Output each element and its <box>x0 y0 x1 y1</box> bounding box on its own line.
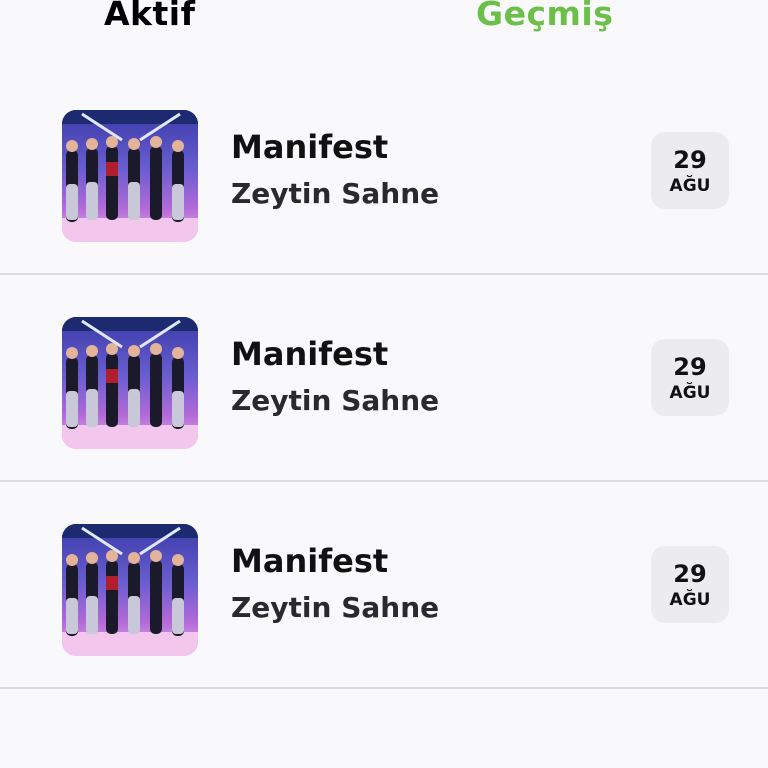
event-venue: Zeytin Sahne <box>231 591 440 624</box>
date-month: AĞU <box>669 590 711 610</box>
tab-aktif[interactable]: Aktif <box>104 0 195 36</box>
event-venue: Zeytin Sahne <box>231 177 440 210</box>
date-day: 29 <box>673 560 707 588</box>
event-row[interactable]: Manifest Zeytin Sahne 29 AĞU <box>0 68 768 275</box>
event-thumbnail <box>62 317 198 449</box>
event-title: Manifest <box>231 542 389 580</box>
date-badge: 29 AĞU <box>651 339 729 416</box>
date-day: 29 <box>673 146 707 174</box>
date-month: AĞU <box>669 176 711 196</box>
event-title: Manifest <box>231 335 389 373</box>
event-thumbnail <box>62 524 198 656</box>
event-venue: Zeytin Sahne <box>231 384 440 417</box>
event-row[interactable]: Manifest Zeytin Sahne 29 AĞU <box>0 482 768 689</box>
date-badge: 29 AĞU <box>651 132 729 209</box>
event-title: Manifest <box>231 128 389 166</box>
tab-bar: Aktif Geçmiş <box>0 0 768 60</box>
date-badge: 29 AĞU <box>651 546 729 623</box>
date-month: AĞU <box>669 383 711 403</box>
event-thumbnail <box>62 110 198 242</box>
event-row[interactable]: Manifest Zeytin Sahne 29 AĞU <box>0 275 768 482</box>
event-list: Manifest Zeytin Sahne 29 AĞU Manifest Ze… <box>0 68 768 689</box>
date-day: 29 <box>673 353 707 381</box>
tab-gecmis[interactable]: Geçmiş <box>476 0 613 36</box>
